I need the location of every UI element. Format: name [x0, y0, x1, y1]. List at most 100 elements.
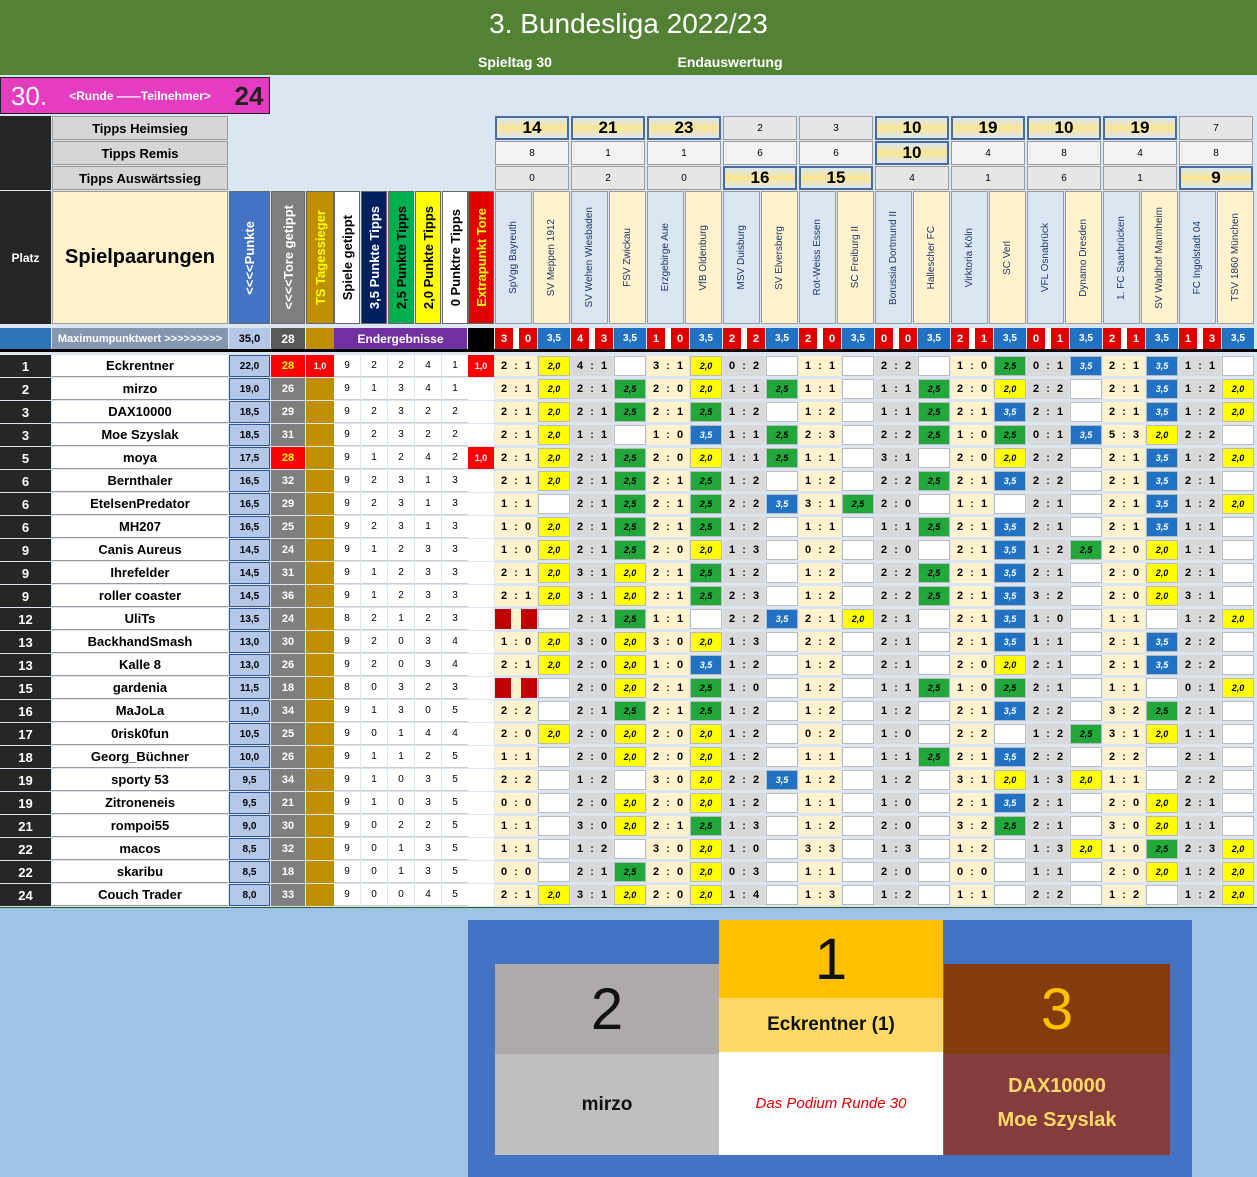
- tip-points: [1070, 494, 1102, 514]
- tip-home: 2: [880, 636, 888, 648]
- tip-away: 1: [676, 498, 684, 510]
- table-row[interactable]: 3 DAX10000 18,5 29 9 2 3 2 2 2:1 2,0 2:1 2,5 2:1 2,5 1:…: [0, 401, 1257, 424]
- tip-colon: :: [894, 889, 898, 901]
- tip-points: 2,0: [1146, 724, 1178, 744]
- count-cell: 0: [361, 677, 387, 699]
- table-row[interactable]: 12 UliTs 13,5 24 8 2 1 2 3 2:1 2,5 1:1 2:2 3,5 2:1 2,0 2…: [0, 608, 1257, 631]
- team-name: Erzgebirge Aue: [660, 223, 671, 292]
- table-row[interactable]: 6 EtelsenPredator 16,5 29 9 2 3 1 3 1:1 2:1 2,5 2:1 2…: [0, 493, 1257, 516]
- tip-away: 1: [1132, 521, 1140, 533]
- tip-away: 3: [752, 820, 760, 832]
- table-row[interactable]: 16 MaJoLa 11,0 34 9 1 3 0 5 2:2 2:1 2,5 2:1 2,5 1:2 1:2…: [0, 700, 1257, 723]
- tip-away: 1: [524, 889, 532, 901]
- tip-points: [538, 816, 570, 836]
- tip-colon: :: [1046, 452, 1050, 464]
- tip-points: 2,5: [614, 609, 646, 629]
- table-row[interactable]: 6 Bernthaler 16,5 32 9 2 3 1 3 2:1 2,0 2:1 2,5 2:1 2,5…: [0, 470, 1257, 493]
- tip-colon: :: [514, 797, 518, 809]
- points-cell: 10,0: [229, 746, 270, 768]
- count-cell: 3: [442, 677, 468, 699]
- tip-colon: :: [742, 843, 746, 855]
- rank-cell: 19: [0, 769, 51, 791]
- count-cell: 4: [415, 447, 441, 469]
- tip-colon: :: [742, 889, 746, 901]
- tip-colon: :: [514, 521, 518, 533]
- player-name: macos: [52, 838, 228, 860]
- table-row[interactable]: 15 gardenia 11,5 18 8 0 3 2 3 2:0 2,0 2:1 2,5 1:0 1:2 1…: [0, 677, 1257, 700]
- table-row[interactable]: 19 Zitroneneis 9,5 21 9 1 0 3 5 0:0 2:0 2,0 2:0 2,0 1:…: [0, 792, 1257, 815]
- team-header-home: FC Ingolstadt 04: [1179, 191, 1216, 324]
- tip-away: 0: [600, 636, 608, 648]
- ts-cell: [306, 746, 334, 768]
- table-row[interactable]: 3 Moe Szyslak 18,5 31 9 2 3 2 2 2:1 2,0 1:1 1:0 3,5 1:…: [0, 424, 1257, 447]
- table-row[interactable]: 22 skaribu 8,5 18 9 0 1 3 5 0:0 2:1 2,5 2:0 2,0 0:3 1:1…: [0, 861, 1257, 884]
- tip-away: 0: [676, 383, 684, 395]
- table-row[interactable]: 9 Canis Aureus 14,5 24 9 1 2 3 3 1:0 2,0 2:1 2,5 2:0 2…: [0, 539, 1257, 562]
- tip-away: 2: [524, 705, 532, 717]
- table-row[interactable]: 2 mirzo 19,0 26 9 1 3 4 1 2:1 2,0 2:1 2,5 2:0 2,0 1:1 2,…: [0, 378, 1257, 401]
- tip-points: 2,5: [614, 701, 646, 721]
- tip-colon: :: [970, 682, 974, 694]
- tip-colon: :: [1122, 521, 1126, 533]
- tip-colon: :: [742, 613, 746, 625]
- table-row[interactable]: 19 sporty 53 9,5 34 9 1 0 3 5 2:2 1:2 3:0 2,0 2:2 3,5 1…: [0, 769, 1257, 792]
- tip-points: 2,5: [918, 379, 950, 399]
- tip-home: 1: [652, 659, 660, 671]
- tip-colon: :: [1122, 797, 1126, 809]
- tip-away: 1: [1132, 774, 1140, 786]
- table-row[interactable]: 5 moya 17,5 28 9 1 2 4 2 1,0 2:1 2,0 2:1 2,5 2:0 2,0 1:1…: [0, 447, 1257, 470]
- table-row[interactable]: 18 Georg_Büchner 10,0 26 9 1 1 2 5 1:1 2:0 2,0 2:0 2,…: [0, 746, 1257, 769]
- tip-home: 2: [652, 406, 660, 418]
- team-name: SV Meppen 1912: [546, 218, 557, 297]
- table-row[interactable]: 9 roller coaster 14,5 36 9 1 2 3 3 2:1 2,0 3:1 2,0 2:…: [0, 585, 1257, 608]
- tip-home: 2: [880, 544, 888, 556]
- tip-home: 2: [576, 682, 584, 694]
- tip-colon: :: [818, 705, 822, 717]
- tip-away: 2: [828, 728, 836, 740]
- table-row[interactable]: 24 Couch Trader 8,0 33 9 0 0 4 5 2:1 2,0 3:1 2,0 2:0 2…: [0, 884, 1257, 907]
- count-cell: 2: [361, 355, 387, 377]
- points-cell: 10,5: [229, 723, 270, 745]
- tip-colon: :: [1198, 705, 1202, 717]
- tip-colon: :: [1122, 636, 1126, 648]
- tip-colon: :: [1198, 521, 1202, 533]
- tip-away: 2: [1208, 636, 1216, 648]
- tore-header: <<<<Tore getippt: [271, 191, 305, 324]
- tip-away: 2: [1056, 590, 1064, 602]
- tip-home: 1: [728, 475, 736, 487]
- tore-cell: 33: [271, 884, 305, 906]
- result-home: 1: [1179, 328, 1197, 349]
- tip-away: 2: [904, 429, 912, 441]
- tip-away: 1: [1208, 521, 1216, 533]
- table-row[interactable]: 17 0risk0fun 10,5 25 9 0 1 4 4 2:0 2,0 2:0 2,0 2:0 2,0…: [0, 723, 1257, 746]
- table-row[interactable]: 13 BackhandSmash 13,0 30 9 2 0 3 4 1:0 2,0 3:0 2,0 3:…: [0, 631, 1257, 654]
- table-row[interactable]: 1 Eckrentner 22,0 28 1,0 9 2 2 4 1 1,0 2:1 2,0 4:1 3:1…: [0, 355, 1257, 378]
- tip-points: [538, 862, 570, 882]
- tip-points: 2,5: [690, 494, 722, 514]
- tip-colon: :: [1122, 475, 1126, 487]
- count-cell: 1: [361, 378, 387, 400]
- tip-colon: :: [590, 636, 594, 648]
- tip-home: 3: [804, 843, 812, 855]
- team-header-away: TSV 1860 München: [1217, 191, 1254, 324]
- tip-colon: :: [1046, 475, 1050, 487]
- tip-points: [842, 540, 874, 560]
- tip-points: 2,0: [1146, 793, 1178, 813]
- tip-home: 1: [1184, 544, 1192, 556]
- table-row[interactable]: 13 Kalle 8 13,0 26 9 2 0 3 4 2:1 2,0 2:0 2,0 1:0 3,5 1:…: [0, 654, 1257, 677]
- tip-colon: :: [1198, 682, 1202, 694]
- table-row[interactable]: 21 rompoi55 9,0 30 9 0 2 2 5 1:1 3:0 2,0 2:1 2,5 1:3 1:…: [0, 815, 1257, 838]
- tip-away: 2: [600, 774, 608, 786]
- table-row[interactable]: 6 MH207 16,5 25 9 2 3 1 3 1:0 2,0 2:1 2,5 2:1 2,5 1:2 1:…: [0, 516, 1257, 539]
- tip-home: 2: [1032, 659, 1040, 671]
- tip-away: 1: [524, 383, 532, 395]
- tip-colon: :: [894, 360, 898, 372]
- tip-away: 1: [524, 475, 532, 487]
- tip-points: 2,0: [690, 540, 722, 560]
- tip-colon: :: [1122, 406, 1126, 418]
- points-cell: 8,0: [229, 884, 270, 906]
- table-row[interactable]: 22 macos 8,5 32 9 0 1 3 5 1:1 1:2 3:0 2,0 1:0 3:3 1:3 1:…: [0, 838, 1257, 861]
- tip-home: 1: [1184, 406, 1192, 418]
- table-row[interactable]: 9 Ihrefelder 14,5 31 9 1 2 3 3 2:1 2,0 3:1 2,0 2:1 2,5…: [0, 562, 1257, 585]
- tip-colon: :: [970, 452, 974, 464]
